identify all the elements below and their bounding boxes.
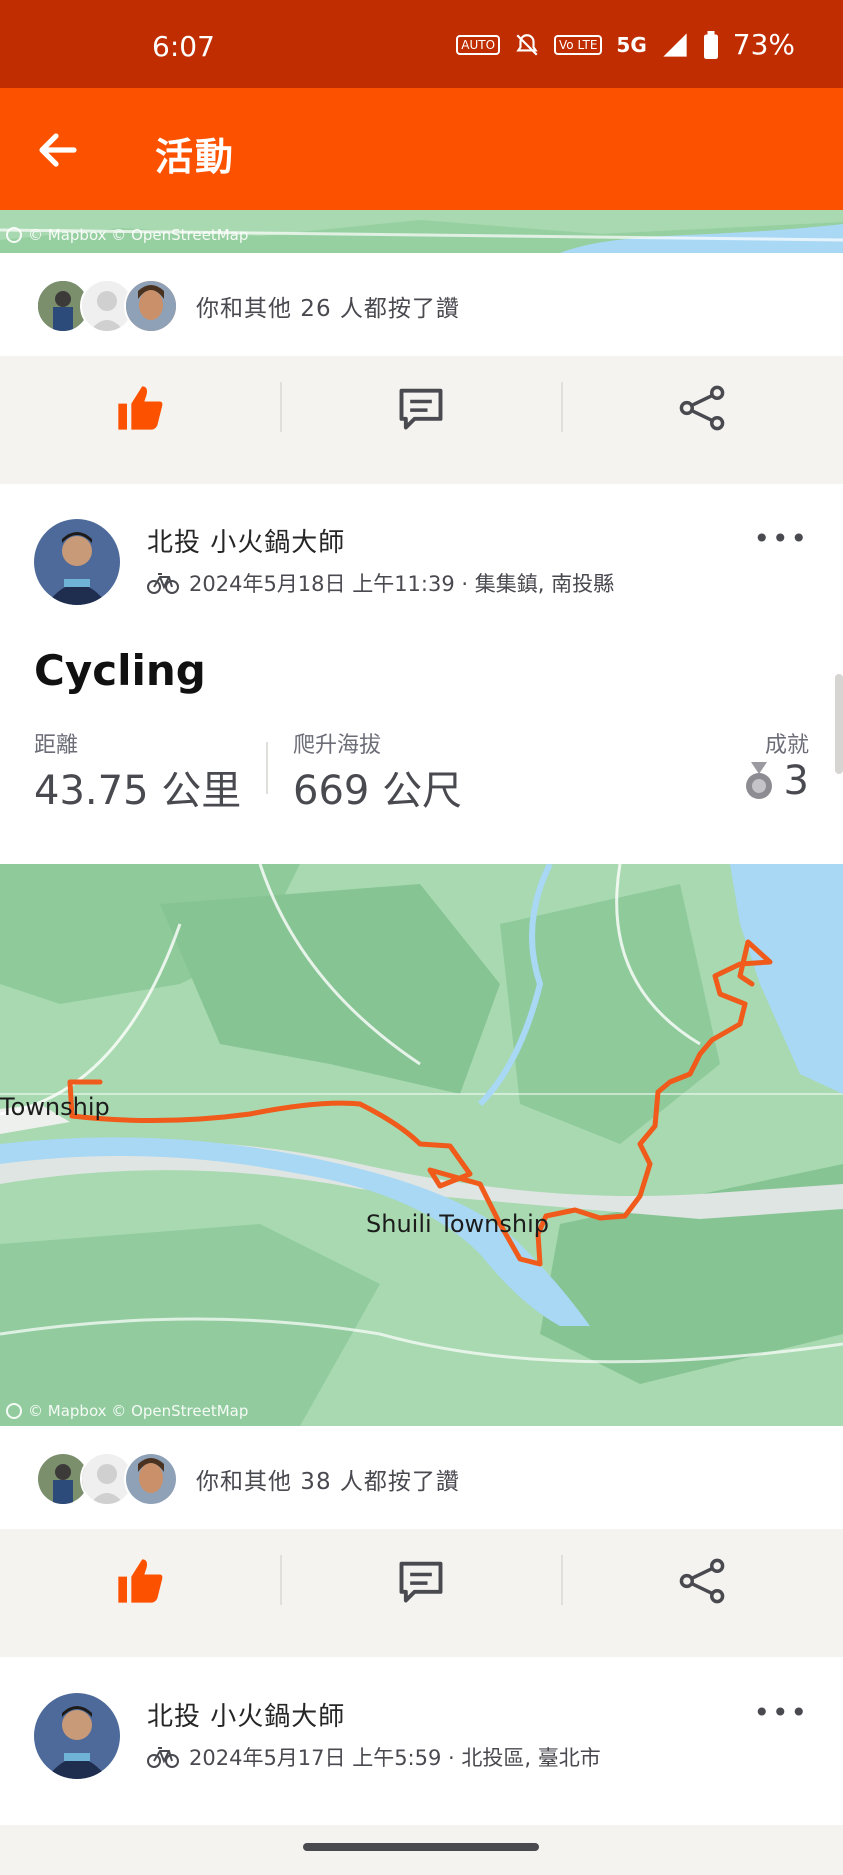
arrow-left-icon[interactable] [34, 126, 82, 174]
stat-value-achievements: 3 [783, 758, 809, 804]
divider [280, 382, 282, 432]
page-title: 活動 [155, 135, 236, 179]
athlete-name[interactable]: 北投 小火鍋大師 [147, 1696, 345, 1733]
map-attribution: © Mapbox © OpenStreetMap [6, 1402, 248, 1420]
home-indicator[interactable] [303, 1843, 539, 1851]
stat-label-distance: 距離 [34, 733, 79, 758]
activity-meta: 2024年5月18日 上午11:39 · 集集鎮, 南投縣 [147, 568, 614, 598]
map-label-shuili: Shuili Township [366, 1210, 550, 1238]
kudos-thumb-icon[interactable] [114, 382, 166, 434]
kudos-row[interactable]: 你和其他 38 人都按了讚 [0, 1426, 843, 1529]
achievements-stat: 3 [744, 758, 809, 804]
athlete-name[interactable]: 北投 小火鍋大師 [147, 522, 345, 559]
stat-value-distance: 43.75 公里 [34, 768, 242, 814]
avatar[interactable] [34, 519, 120, 605]
divider [280, 1555, 282, 1605]
avatar [124, 279, 178, 333]
battery-percent: 73% [732, 28, 795, 61]
map-thumbnail-previous[interactable]: © Mapbox © OpenStreetMap [0, 210, 843, 253]
mapbox-logo-icon [6, 1403, 22, 1419]
map-attribution: © Mapbox © OpenStreetMap [6, 226, 248, 244]
status-time: 6:07 [152, 30, 215, 63]
scrollbar[interactable] [835, 674, 843, 774]
volte-icon: Vo LTE [554, 34, 603, 55]
activity-map[interactable]: Township Shuili Township © Mapbox © Open… [0, 864, 843, 1426]
mapbox-logo-icon [6, 227, 22, 243]
status-icons: AUTO Vo LTE 5G 73% [456, 28, 795, 61]
stat-label-achievements: 成就 [764, 733, 809, 758]
bike-icon [147, 573, 179, 594]
stat-value-elevation: 669 公尺 [293, 768, 463, 814]
stat-label-elevation: 爬升海拔 [293, 733, 382, 758]
status-bar: 6:07 AUTO Vo LTE 5G 73% [0, 0, 843, 88]
mute-icon [516, 33, 538, 56]
map-label-township: Township [0, 1093, 110, 1121]
kudos-row[interactable]: 你和其他 26 人都按了讚 [0, 253, 843, 356]
activity-card[interactable] [0, 1657, 843, 1825]
network-label: 5G [616, 32, 647, 57]
divider [561, 1555, 563, 1605]
comment-icon[interactable] [395, 382, 447, 434]
app-bar: 活動 [0, 88, 843, 210]
auto-hz-icon: AUTO [456, 34, 501, 55]
comment-icon[interactable] [395, 1555, 447, 1607]
share-icon[interactable] [676, 1555, 728, 1607]
avatar [124, 1452, 178, 1506]
share-icon[interactable] [676, 382, 728, 434]
kudos-text: 你和其他 26 人都按了讚 [196, 296, 460, 322]
bike-icon [147, 1747, 179, 1768]
more-options-button[interactable]: ••• [753, 1696, 809, 1729]
divider [561, 382, 563, 432]
more-options-button[interactable]: ••• [753, 522, 809, 555]
kudos-avatars[interactable] [36, 279, 178, 333]
divider [266, 742, 268, 794]
medal-icon [745, 762, 772, 799]
activity-title[interactable]: Cycling [34, 646, 206, 695]
kudos-avatars[interactable] [36, 1452, 178, 1506]
battery-icon [703, 30, 718, 59]
action-bar [0, 1529, 843, 1631]
signal-icon [663, 32, 687, 57]
kudos-text: 你和其他 38 人都按了讚 [196, 1469, 460, 1495]
avatar[interactable] [34, 1693, 120, 1779]
kudos-thumb-icon[interactable] [114, 1555, 166, 1607]
action-bar [0, 356, 843, 458]
activity-meta: 2024年5月17日 上午5:59 · 北投區, 臺北市 [147, 1742, 601, 1772]
